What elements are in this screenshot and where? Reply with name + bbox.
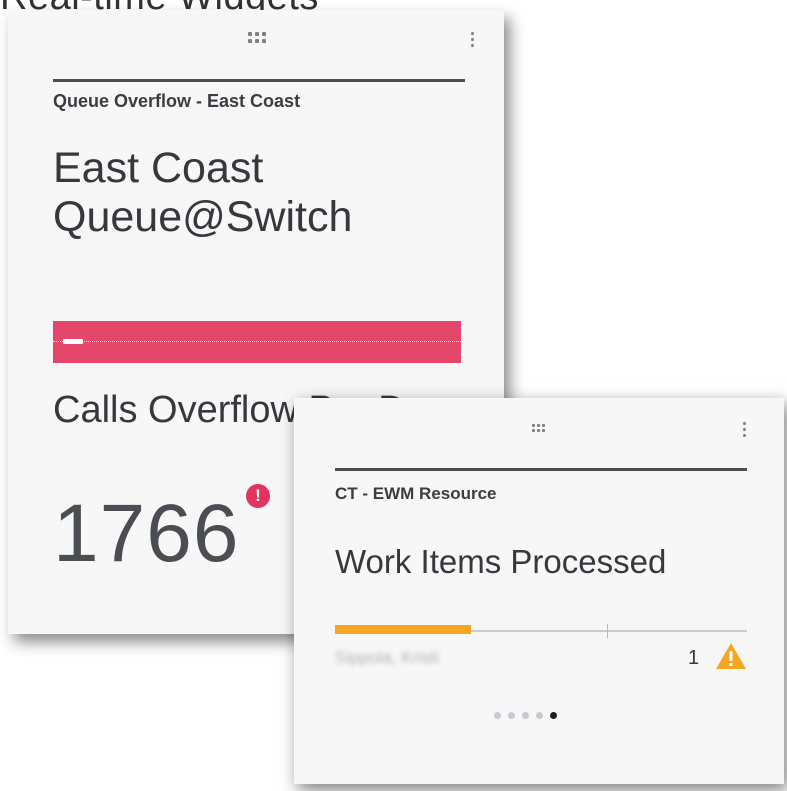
page-dot[interactable] [522, 712, 529, 719]
page-dot[interactable] [550, 712, 557, 719]
page-dot[interactable] [536, 712, 543, 719]
metric-value: 1766 [53, 488, 240, 579]
progress-fill [335, 625, 471, 634]
widget-title: Work Items Processed [335, 543, 667, 580]
warning-triangle-icon[interactable] [715, 642, 747, 670]
resource-name: Sippola, Kristi [335, 648, 439, 667]
header-divider [53, 79, 465, 82]
header-divider [335, 468, 747, 471]
page-dot[interactable] [508, 712, 515, 719]
metric-bar [53, 321, 461, 363]
kebab-menu-icon[interactable] [743, 422, 746, 437]
widget-label: Queue Overflow - East Coast [53, 91, 301, 111]
bar-dotted-line [53, 341, 461, 342]
page-dot[interactable] [494, 712, 501, 719]
widget-card-work-items: CT - EWM Resource Work Items Processed S… [294, 398, 784, 784]
kebab-menu-icon[interactable] [471, 32, 474, 47]
drag-grid-icon[interactable] [532, 424, 545, 432]
resource-count: 1 [688, 647, 700, 669]
drag-grid-icon[interactable] [248, 32, 266, 43]
page-indicator [494, 712, 557, 719]
widget-label: CT - EWM Resource [335, 484, 497, 503]
bar-marker [63, 339, 83, 344]
widget-title: East Coast Queue@Switch [53, 144, 353, 242]
progress-tick [607, 624, 608, 638]
error-circle-icon[interactable]: ! [246, 484, 270, 508]
progress-track [335, 624, 747, 638]
